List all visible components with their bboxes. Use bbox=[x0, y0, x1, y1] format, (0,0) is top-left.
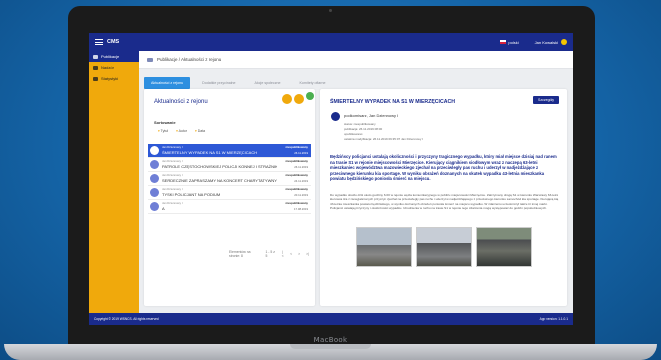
item-author: Jan Dziennowy I bbox=[162, 201, 183, 205]
author-avatar-icon bbox=[331, 112, 340, 121]
accident-photo[interactable] bbox=[416, 227, 472, 267]
page-range: 1 - 5 z 5 bbox=[265, 250, 275, 258]
laptop-notch bbox=[290, 344, 371, 349]
footer: Copyright © 2019 WSNCS. All rights reser… bbox=[89, 313, 573, 325]
menu-icon[interactable] bbox=[95, 39, 103, 45]
laptop-brand: MacBook bbox=[313, 336, 348, 344]
sort-title-button[interactable]: Tytuł bbox=[158, 129, 168, 133]
tab-aktualnosci[interactable]: Aktualności z rejonu bbox=[144, 77, 191, 89]
item-author: Jan Dziennowy I bbox=[162, 159, 183, 163]
sidebar-item-publikacje[interactable]: Publikacje bbox=[89, 51, 139, 62]
list-item[interactable]: Jan Dziennowy I PATROLE CZĘSTOCHOWSKIEJ … bbox=[148, 158, 311, 172]
photo-gallery bbox=[356, 227, 536, 267]
first-page-icon[interactable]: |< bbox=[282, 250, 284, 258]
news-list-panel: Aktualności z rejonu Sortowanie Tytuł Au… bbox=[144, 89, 315, 306]
breadcrumb-text: Publikacje / Aktualności z rejonu bbox=[157, 57, 222, 62]
app-version: App version: 1.1.0.1 bbox=[539, 317, 568, 321]
breadcrumb: Publikacje / Aktualności z rejonu bbox=[139, 51, 573, 69]
sidebar-item-nadzor[interactable]: Nadzór bbox=[89, 62, 139, 73]
item-title: A bbox=[162, 206, 165, 211]
item-status: niespublikowany bbox=[285, 187, 308, 191]
item-date: 26.11.2019 bbox=[294, 165, 308, 169]
accident-photo[interactable] bbox=[476, 227, 532, 267]
article-title: ŚMIERTELNY WYPADEK NA S1 W MIERZĘCICACH bbox=[330, 99, 455, 105]
list-item[interactable]: Jan Dziennowy I TYSKI POLICJANT NA PODIU… bbox=[148, 186, 311, 200]
sidebar: Publikacje Nadzór Statystyki bbox=[89, 51, 139, 313]
refresh-button[interactable] bbox=[306, 92, 314, 100]
sidebar-item-label: Nadzór bbox=[101, 65, 114, 70]
sidebar-item-label: Statystyki bbox=[101, 76, 119, 81]
article-meta: status: niespublikowany publikacja: 26.1… bbox=[344, 122, 423, 142]
prev-page-icon[interactable]: < bbox=[290, 252, 292, 256]
flag-icon bbox=[500, 40, 507, 44]
add-button[interactable] bbox=[282, 94, 292, 104]
tab-akcje[interactable]: Akcje społeczne bbox=[248, 77, 288, 89]
last-page-icon[interactable]: >| bbox=[306, 252, 309, 256]
sort-options: Tytuł Autor Data bbox=[158, 129, 213, 133]
item-author: Jan Dziennowy I bbox=[162, 187, 183, 191]
details-button[interactable]: Szczegóły bbox=[533, 96, 559, 104]
item-title: SERDECZNIE ZAPRASZAMY NA KONCERT CHARYTA… bbox=[162, 178, 277, 183]
item-title: TYSKI POLICJANT NA PODIUM bbox=[162, 192, 221, 197]
author-avatar-icon bbox=[150, 188, 159, 197]
author-avatar-icon bbox=[150, 202, 159, 211]
tab-dodatkie[interactable]: Dodatkie przycinalne bbox=[195, 77, 242, 89]
author-avatar-icon bbox=[150, 174, 159, 183]
item-date: 17.08.2019 bbox=[294, 207, 308, 211]
list-item[interactable]: Jan Dziennowy I A niespublikowany 17.08.… bbox=[148, 200, 311, 214]
next-page-icon[interactable]: > bbox=[298, 252, 300, 256]
item-author: Jan Dziennowy I bbox=[162, 145, 183, 149]
item-title: PATROLE CZĘSTOCHOWSKIEJ POLICJI KONNEJ I… bbox=[162, 164, 277, 169]
publications-icon bbox=[93, 54, 98, 59]
sort-author-button[interactable]: Autor bbox=[176, 129, 187, 133]
statistics-icon bbox=[93, 76, 98, 81]
item-status: niespublikowany bbox=[285, 201, 308, 205]
item-status: niespublikowany bbox=[285, 173, 308, 177]
article-body: Do wypadku doszło dziś około godziny 6.0… bbox=[330, 193, 559, 211]
user-name[interactable]: Jan Kowalski bbox=[535, 40, 558, 45]
app-title: CMS bbox=[107, 39, 120, 45]
meta-modified: ostatnia modyfikacja: 26.11.2019 09:35:0… bbox=[344, 137, 423, 141]
item-date: 20.11.2019 bbox=[294, 193, 308, 197]
tab-komitety[interactable]: Komitety ofiarne bbox=[293, 77, 333, 89]
item-status: niespublikowany bbox=[285, 145, 308, 149]
item-title: ŚMIERTELNY WYPADEK NA S1 W MIERZĘCICACH bbox=[162, 150, 258, 155]
news-list: Jan Dziennowy I ŚMIERTELNY WYPADEK NA S1… bbox=[148, 144, 311, 214]
article-lead: Będzińscy policjanci ustalają okolicznoś… bbox=[330, 154, 557, 182]
supervision-icon bbox=[93, 65, 98, 70]
sort-label: Sortowanie bbox=[154, 120, 176, 125]
paginator: Elementów na stronie: 8 1 - 5 z 5 |< < >… bbox=[229, 250, 315, 258]
sidebar-item-statystyki[interactable]: Statystyki bbox=[89, 73, 139, 84]
item-date: 26.11.2019 bbox=[294, 151, 308, 155]
camera-icon bbox=[329, 9, 332, 12]
item-status: niespublikowany bbox=[285, 159, 308, 163]
item-author: Jan Dziennowy I bbox=[162, 173, 183, 177]
accident-photo[interactable] bbox=[356, 227, 412, 267]
list-item[interactable]: Jan Dziennowy I ŚMIERTELNY WYPADEK NA S1… bbox=[148, 144, 311, 158]
sidebar-item-label: Publikacje bbox=[101, 54, 120, 59]
tab-bar: Aktualności z rejonu Dodatkie przycinaln… bbox=[144, 77, 337, 89]
article-author: podkomisarz, Jan Dziennowy I bbox=[344, 113, 399, 118]
language-selector[interactable]: polski bbox=[508, 40, 518, 45]
sort-date-button[interactable]: Data bbox=[195, 129, 205, 133]
rows-per-page-select[interactable]: Elementów na stronie: 8 bbox=[229, 250, 259, 258]
author-avatar-icon bbox=[150, 160, 159, 169]
list-item[interactable]: Jan Dziennowy I SERDECZNIE ZAPRASZAMY NA… bbox=[148, 172, 311, 186]
top-bar: CMS polski Jan Kowalski bbox=[89, 33, 573, 51]
app-screen: CMS polski Jan Kowalski Publikacje Nadzó… bbox=[89, 33, 573, 325]
panel-title: Aktualności z rejonu bbox=[154, 99, 208, 105]
copyright: Copyright © 2019 WSNCS. All rights reser… bbox=[94, 317, 159, 321]
article-detail-panel: ŚMIERTELNY WYPADEK NA S1 W MIERZĘCICACH … bbox=[320, 89, 567, 306]
edit-button[interactable] bbox=[294, 94, 304, 104]
item-date: 24.11.2019 bbox=[294, 179, 308, 183]
author-avatar-icon bbox=[150, 146, 159, 155]
publications-icon bbox=[147, 57, 153, 62]
user-avatar-icon[interactable] bbox=[561, 39, 567, 45]
